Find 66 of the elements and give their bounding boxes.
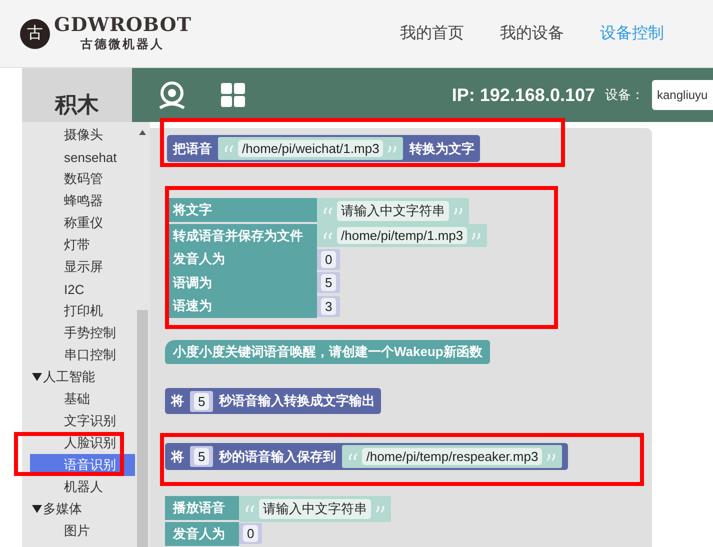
webcam-icon[interactable] xyxy=(157,81,187,109)
text-input-block[interactable]: /home/pi/temp/respeaker.mp3 xyxy=(342,445,562,468)
text-input-block[interactable]: /home/pi/temp/1.mp3 xyxy=(317,224,488,248)
number-input-block[interactable]: 3 xyxy=(317,296,340,317)
number-input-block[interactable]: 0 xyxy=(239,523,262,544)
quote-icon xyxy=(323,207,333,215)
nav-link[interactable]: 我的设备 xyxy=(500,23,564,44)
quote-icon xyxy=(245,505,255,513)
quote-icon xyxy=(224,144,234,152)
number-input-block[interactable]: 5 xyxy=(190,390,214,412)
block-label: 秒语音输入转换成文字输出 xyxy=(219,392,376,410)
block-label: 小度小度关键词语音唤醒，请创建一个Wakeup新函数 xyxy=(173,343,482,361)
logo-subtitle: 古德微机器人 xyxy=(80,36,165,53)
quote-icon xyxy=(471,232,482,240)
quote-icon xyxy=(348,452,358,460)
category-item[interactable]: 图片 xyxy=(22,520,135,542)
nav-link[interactable]: 我的首页 xyxy=(400,23,464,44)
block-label: 转换为文字 xyxy=(409,140,474,158)
category-item[interactable]: 灯带 xyxy=(22,234,135,256)
category-item[interactable]: 称重仪 xyxy=(22,212,135,234)
category-item[interactable]: 串口控制 xyxy=(22,344,135,366)
scrollbar-thumb[interactable] xyxy=(137,310,148,547)
number-input-block[interactable]: 0 xyxy=(317,248,340,270)
code-block[interactable]: 将 5 秒的语音输入保存到 /home/pi/temp/respeaker.mp3 xyxy=(165,443,568,470)
category-item[interactable]: 蜂鸣器 xyxy=(22,190,135,212)
category-item[interactable]: 显示屏 xyxy=(22,256,135,278)
code-block[interactable]: 把语音 /home/pi/weichat/1.mp3 转换为文字 xyxy=(167,135,480,162)
block-label: 把语音 xyxy=(173,140,212,158)
device-field[interactable]: kangliuyu xyxy=(652,80,713,110)
category-item[interactable]: I2C xyxy=(22,278,135,300)
number-input-block[interactable]: 5 xyxy=(317,272,340,294)
quote-icon xyxy=(453,207,463,215)
category-item[interactable]: 机器人 xyxy=(22,476,135,498)
ip-address: IP: 192.168.0.107 xyxy=(452,84,595,106)
sidebar-title: 积木 xyxy=(22,68,132,122)
block-label: 播放语音 xyxy=(165,496,239,520)
quote-icon xyxy=(375,505,385,513)
category-item[interactable]: 人脸识别 xyxy=(22,432,135,454)
block-label: 发音人为 xyxy=(165,522,239,546)
quote-icon xyxy=(387,144,398,152)
scroll-up-icon[interactable] xyxy=(139,130,146,135)
quote-icon xyxy=(323,232,333,240)
block-label: 秒的语音输入保存到 xyxy=(219,448,336,466)
category-item[interactable]: 数码管 xyxy=(22,168,135,190)
device-label: 设备： xyxy=(605,86,644,104)
expand-arrow-icon xyxy=(32,372,42,382)
category-item[interactable]: 摄像头 xyxy=(22,124,135,146)
category-item[interactable]: sensehat xyxy=(22,146,135,168)
grid-icon[interactable] xyxy=(221,83,245,107)
category-item[interactable]: 文字识别 xyxy=(22,410,135,432)
block-label: 将 xyxy=(171,392,184,410)
logo-mark: 古 xyxy=(20,18,50,48)
category-item[interactable]: 多媒体 xyxy=(22,498,135,520)
quote-icon xyxy=(546,452,556,460)
text-input-block[interactable]: /home/pi/weichat/1.mp3 xyxy=(218,137,404,160)
text-input-block[interactable]: 请输入中文字符串 xyxy=(317,198,469,224)
category-item[interactable]: 基础 xyxy=(22,388,135,410)
code-block[interactable]: 将 5 秒语音输入转换成文字输出 xyxy=(165,388,382,414)
logo-title: GDWROBOT xyxy=(54,14,192,36)
text-input-block[interactable]: 请输入中文字符串 xyxy=(239,496,391,522)
category-item[interactable]: 手势控制 xyxy=(22,322,135,344)
block-label: 将 xyxy=(171,448,184,466)
category-item[interactable]: 打印机 xyxy=(22,300,135,322)
expand-arrow-icon xyxy=(32,504,42,514)
number-input-block[interactable]: 5 xyxy=(190,446,214,467)
category-item[interactable]: 人工智能 xyxy=(22,366,135,388)
